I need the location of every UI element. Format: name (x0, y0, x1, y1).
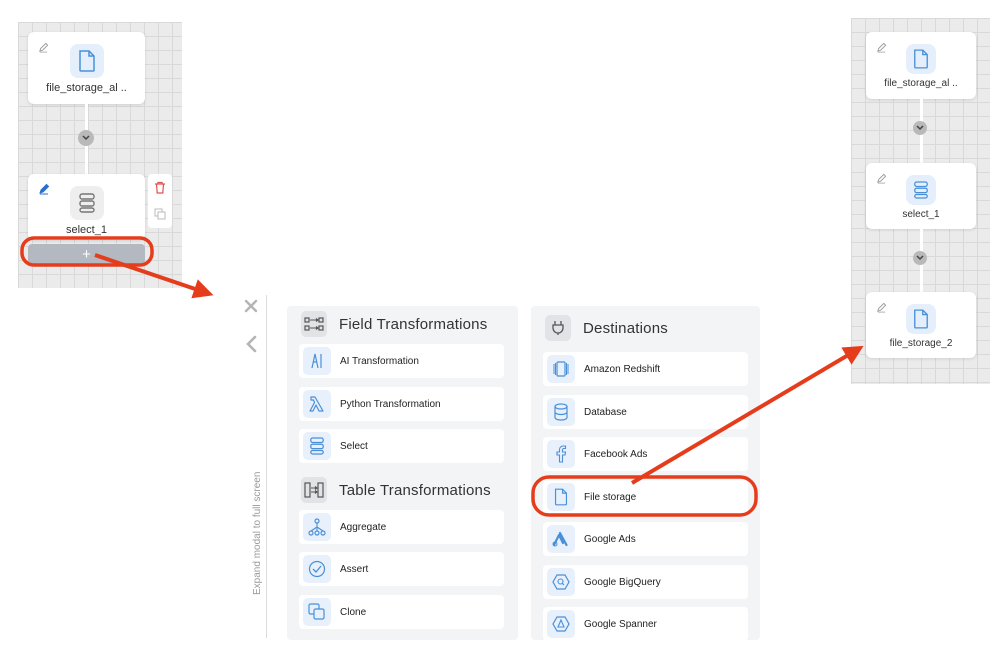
right-node-file-storage-2[interactable]: file_storage_2 (866, 292, 976, 358)
item-label: Python Transformation (340, 398, 441, 410)
chevron-down-icon[interactable] (913, 251, 927, 265)
item-ai-transformation[interactable]: AI Transformation (299, 344, 504, 378)
bigquery-icon (547, 568, 575, 596)
node-label: file_storage_2 (889, 338, 953, 349)
ai-icon (303, 347, 331, 375)
file-icon (906, 44, 936, 74)
table-transform-icon (301, 477, 327, 503)
file-icon (547, 483, 575, 511)
item-label: Google Spanner (584, 618, 657, 630)
transformations-section: Field Transformations AI Transformation … (287, 306, 518, 640)
section-title: Table Transformations (339, 481, 491, 499)
table-transformations-header: Table Transformations (301, 477, 491, 503)
item-assert[interactable]: Assert (299, 552, 504, 586)
right-node-file-storage[interactable]: file_storage_al .. (866, 32, 976, 99)
trash-icon[interactable] (154, 181, 166, 199)
node-side-actions (148, 174, 172, 228)
right-node-select[interactable]: select_1 (866, 163, 976, 229)
select-icon (303, 432, 331, 460)
pencil-icon[interactable] (876, 40, 887, 58)
select-icon (69, 186, 104, 220)
item-database[interactable]: Database (543, 395, 748, 429)
clone-icon (303, 598, 331, 626)
field-transform-icon (301, 311, 327, 337)
modal-side-rail: Expand modal to full screen (240, 295, 268, 640)
rail-divider (266, 295, 267, 638)
item-select[interactable]: Select (299, 429, 504, 463)
item-label: Amazon Redshift (584, 363, 661, 375)
chevron-down-icon[interactable] (78, 130, 94, 146)
add-node-button[interactable]: + (28, 244, 145, 264)
copy-icon[interactable] (154, 207, 166, 225)
file-icon (69, 44, 104, 78)
item-label: AI Transformation (340, 355, 419, 367)
node-label: file_storage_al .. (884, 78, 958, 89)
right-flow-canvas: file_storage_al .. select_1 file_storage… (851, 18, 990, 384)
item-label: Google BigQuery (584, 576, 661, 588)
item-label: Facebook Ads (584, 448, 648, 460)
node-label: file_storage_al .. (46, 82, 127, 94)
check-circle-icon (303, 555, 331, 583)
destinations-icon (545, 315, 571, 341)
pencil-icon[interactable] (876, 300, 887, 318)
item-google-ads[interactable]: Google Ads (543, 522, 748, 556)
item-label: Select (340, 440, 368, 452)
redshift-icon (547, 355, 575, 383)
field-transformations-header: Field Transformations (301, 311, 487, 337)
file-icon (906, 304, 936, 334)
item-google-spanner[interactable]: Google Spanner (543, 607, 748, 640)
database-icon (547, 398, 575, 426)
close-icon[interactable] (244, 299, 258, 318)
item-amazon-redshift[interactable]: Amazon Redshift (543, 352, 748, 386)
pencil-icon[interactable] (876, 171, 887, 189)
chevron-left-icon[interactable] (245, 335, 257, 358)
node-label: select_1 (902, 209, 940, 220)
section-title: Destinations (583, 319, 668, 337)
item-clone[interactable]: Clone (299, 595, 504, 629)
expand-modal-label[interactable]: Expand modal to full screen (252, 472, 263, 595)
lambda-icon (303, 390, 331, 418)
item-facebook-ads[interactable]: Facebook Ads (543, 437, 748, 471)
plus-icon: + (82, 245, 91, 263)
pencil-icon[interactable] (38, 40, 49, 58)
node-label: select_1 (66, 224, 107, 236)
item-aggregate[interactable]: Aggregate (299, 510, 504, 544)
destinations-header: Destinations (545, 315, 668, 341)
item-label: Aggregate (340, 521, 387, 533)
chevron-down-icon[interactable] (913, 121, 927, 135)
spanner-icon (547, 610, 575, 638)
item-file-storage[interactable]: File storage (543, 480, 748, 514)
destinations-section: Destinations Amazon Redshift Database Fa… (531, 306, 760, 640)
left-flow-canvas: file_storage_al .. select_1 + (18, 22, 182, 288)
section-title: Field Transformations (339, 315, 488, 333)
item-label: File storage (584, 491, 637, 503)
facebook-icon (547, 440, 575, 468)
item-google-bigquery[interactable]: Google BigQuery (543, 565, 748, 599)
item-python-transformation[interactable]: Python Transformation (299, 387, 504, 421)
item-label: Assert (340, 563, 369, 575)
left-node-select[interactable]: select_1 (28, 174, 145, 240)
google-ads-icon (547, 525, 575, 553)
select-icon (906, 175, 936, 205)
left-node-file-storage[interactable]: file_storage_al .. (28, 32, 145, 104)
pencil-icon-active[interactable] (38, 182, 50, 200)
item-label: Database (584, 406, 627, 418)
aggregate-icon (303, 513, 331, 541)
item-label: Google Ads (584, 533, 636, 545)
item-label: Clone (340, 606, 367, 618)
